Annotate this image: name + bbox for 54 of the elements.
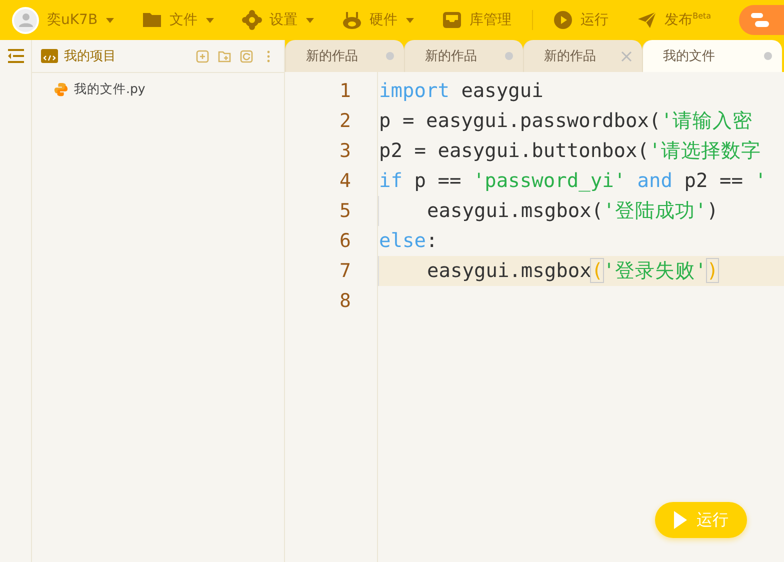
folder-icon bbox=[142, 10, 162, 30]
code-line: easygui.msgbox('登陆成功') bbox=[378, 196, 784, 226]
tab-label: 新的作品 bbox=[425, 48, 477, 65]
menu-label: 文件 bbox=[170, 11, 198, 29]
code-line: p = easygui.passwordbox('请输入密 bbox=[378, 108, 754, 134]
robot-icon bbox=[342, 10, 362, 30]
sidebar-title: 我的项目 bbox=[64, 48, 117, 65]
menu-label: 发布$^{Beta}$ bbox=[664, 11, 712, 29]
tab-label: 新的作品 bbox=[306, 48, 358, 65]
editor-tab[interactable]: 新的作品 bbox=[285, 40, 404, 72]
menu-icon[interactable] bbox=[8, 49, 24, 63]
toggle-icon bbox=[751, 13, 770, 27]
menu-label: 运行 bbox=[580, 11, 609, 29]
menu-item[interactable]: 设置 bbox=[242, 10, 314, 30]
user-menu[interactable]: 奕uK7B bbox=[12, 6, 114, 34]
editor-tab[interactable]: 新的作品 bbox=[523, 40, 642, 72]
code-folder-icon bbox=[41, 49, 58, 63]
line-number: 6 bbox=[338, 229, 352, 254]
menu-item[interactable]: 文件 bbox=[142, 10, 214, 30]
menu-item[interactable]: 硬件 bbox=[342, 10, 414, 30]
tab-label: 新的作品 bbox=[544, 48, 596, 65]
line-number: 7 bbox=[338, 259, 352, 284]
avatar-icon bbox=[12, 6, 39, 34]
refresh-icon[interactable] bbox=[240, 50, 253, 62]
user-name: 奕uK7B bbox=[47, 11, 98, 29]
menu-label: 设置 bbox=[270, 11, 298, 29]
menu-item[interactable]: 库管理 bbox=[442, 10, 512, 30]
line-number: 1 bbox=[338, 79, 352, 104]
play-icon bbox=[674, 511, 686, 529]
line-number: 2 bbox=[338, 109, 352, 134]
file-name[interactable]: 我的文件.py bbox=[74, 81, 146, 98]
gear-icon bbox=[242, 10, 262, 30]
paper-plane-icon bbox=[636, 10, 657, 30]
menu-label: 库管理 bbox=[470, 11, 512, 29]
code-line: import easygui bbox=[378, 78, 544, 104]
line-number: 4 bbox=[338, 169, 352, 194]
menu-item[interactable]: 运行 bbox=[552, 10, 609, 30]
code-line: else: bbox=[378, 228, 439, 254]
menu-item[interactable]: 发布$^{Beta}$ bbox=[636, 10, 712, 30]
line-number: 3 bbox=[338, 139, 352, 164]
line-number: 8 bbox=[338, 289, 352, 314]
editor-tab[interactable]: 新的作品 bbox=[404, 40, 523, 72]
play-icon bbox=[552, 10, 573, 30]
menu-label: 硬件 bbox=[370, 11, 398, 29]
code-line: p2 = easygui.buttonbox('请选择数字 bbox=[378, 138, 762, 164]
code-line: if p == 'password_yi' and p2 == ' bbox=[378, 168, 768, 194]
tray-icon bbox=[442, 10, 462, 30]
toggle-button[interactable] bbox=[739, 5, 784, 35]
new-file-icon[interactable] bbox=[196, 50, 209, 62]
editor-tab[interactable]: 我的文件 bbox=[642, 40, 782, 72]
line-number: 5 bbox=[338, 199, 352, 224]
python-icon bbox=[54, 82, 68, 97]
new-folder-icon[interactable] bbox=[218, 50, 231, 62]
tab-label: 我的文件 bbox=[663, 48, 715, 65]
